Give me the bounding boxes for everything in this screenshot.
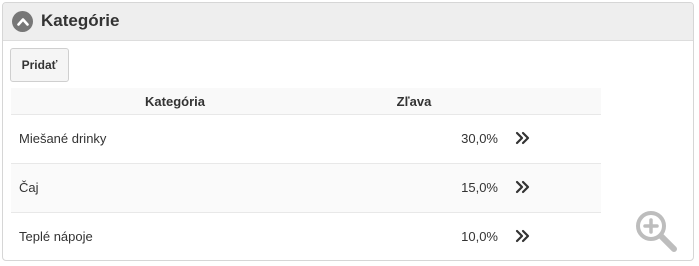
double-chevron-right-icon[interactable] — [514, 178, 532, 196]
category-discount: 10,0% — [461, 229, 498, 244]
column-header-discount: Zľava — [396, 94, 432, 109]
collapse-button[interactable] — [12, 11, 33, 32]
table-row[interactable]: Teplé nápoje 10,0% — [11, 212, 601, 260]
categories-table: Kategória Zľava Miešané drinky 30,0% Čaj… — [11, 88, 601, 260]
add-button[interactable]: Pridať — [10, 48, 69, 82]
category-discount: 15,0% — [461, 180, 498, 195]
categories-panel: Kategórie Pridať Kategória Zľava Miešané… — [2, 2, 694, 261]
category-name: Čaj — [19, 180, 39, 195]
panel-title: Kategórie — [41, 11, 120, 30]
zoom-in-icon[interactable] — [633, 208, 679, 254]
panel-header: Kategórie — [3, 3, 693, 41]
category-name: Teplé nápoje — [19, 229, 93, 244]
table-row[interactable]: Miešané drinky 30,0% — [11, 114, 601, 163]
table-row[interactable]: Čaj 15,0% — [11, 163, 601, 212]
category-discount: 30,0% — [461, 131, 498, 146]
table-header: Kategória Zľava — [11, 88, 601, 114]
category-name: Miešané drinky — [19, 131, 107, 146]
double-chevron-right-icon[interactable] — [514, 129, 532, 147]
double-chevron-right-icon[interactable] — [514, 227, 532, 245]
column-header-category: Kategória — [145, 94, 205, 109]
chevron-up-icon — [16, 18, 29, 26]
